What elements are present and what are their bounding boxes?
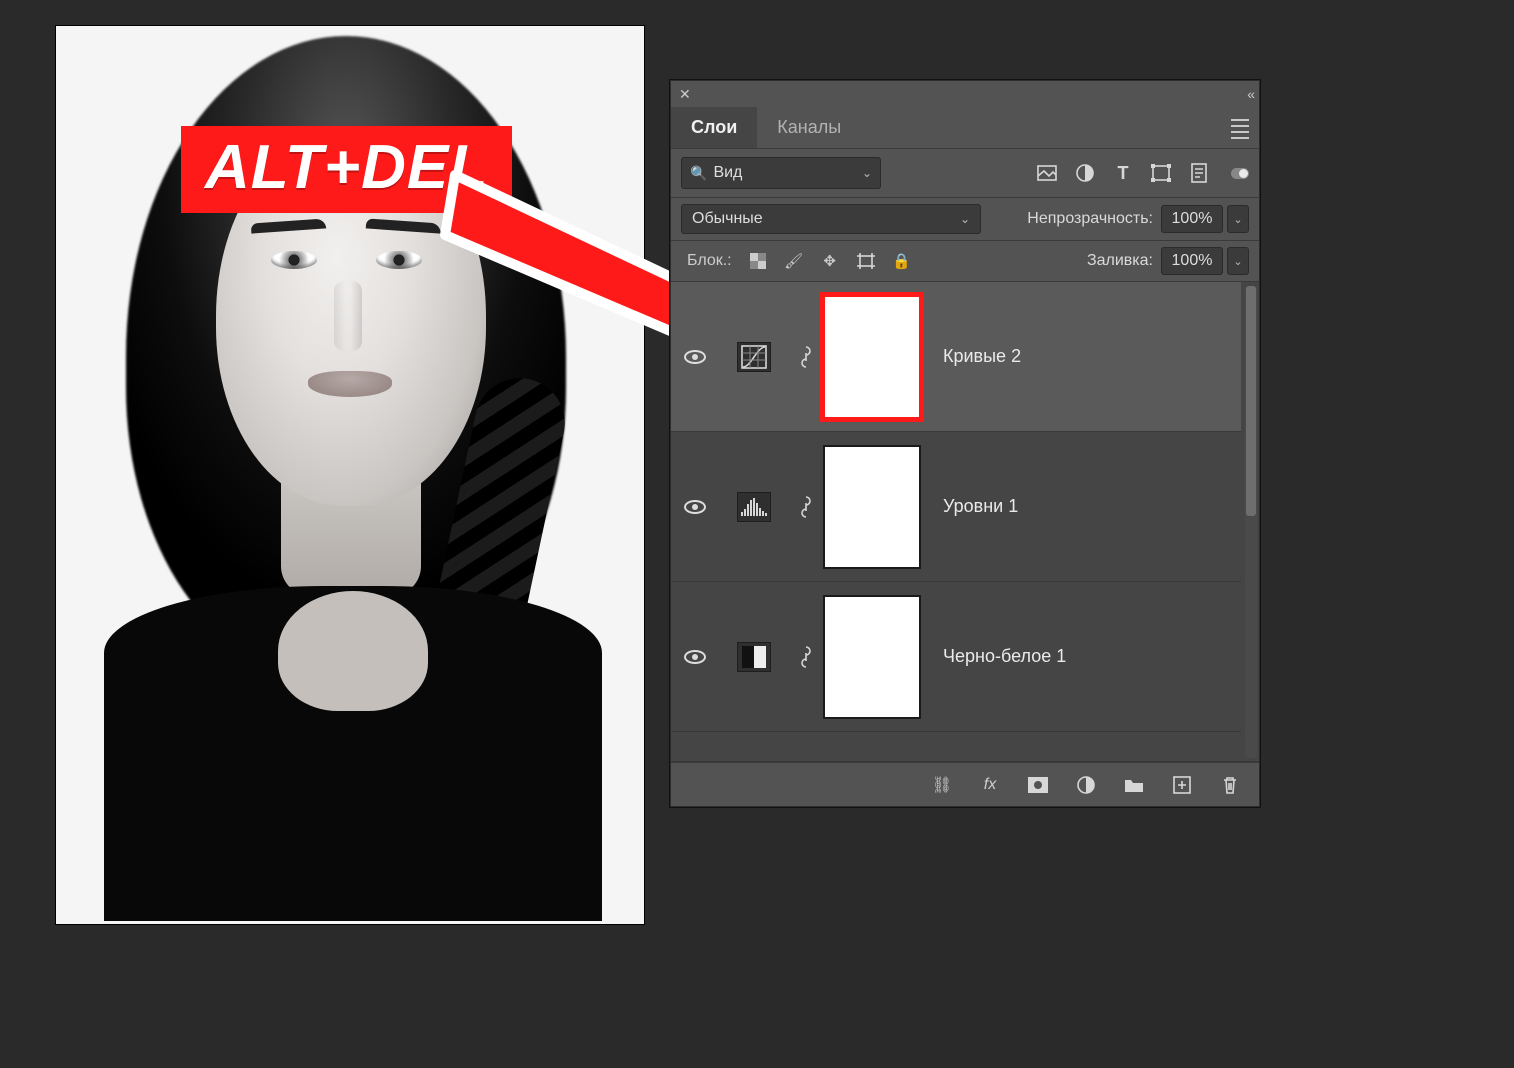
layer-mask-thumb[interactable] [823,445,921,569]
eye-icon [684,650,706,664]
filter-toggle[interactable] [1231,168,1249,179]
close-icon[interactable]: ✕ [679,86,691,103]
filter-type-select[interactable]: 🔍 Вид ⌄ [681,157,881,189]
filter-smart-icon[interactable] [1189,163,1209,183]
panel-tabs: Слои Каналы [671,107,1259,149]
filter-type-label: Вид [713,164,742,182]
new-group-icon[interactable] [1123,774,1145,796]
eye-icon [684,500,706,514]
filter-icons: T [1037,163,1209,183]
layer-mask-thumb[interactable] [823,595,921,719]
layers-scrollbar[interactable] [1245,286,1257,758]
layers-panel: ✕ « Слои Каналы 🔍 Вид ⌄ T Обычные ⌄ Непр… [670,80,1260,807]
adjustment-thumb[interactable] [719,342,789,372]
layer-name[interactable]: Черно-белое 1 [943,646,1066,667]
lock-label: Блок.: [687,252,732,270]
adjustment-thumb[interactable] [719,642,789,672]
mask-link-icon[interactable] [789,645,823,669]
lock-artboard-icon[interactable] [856,251,876,271]
filter-shape-icon[interactable] [1151,163,1171,183]
new-adjustment-icon[interactable] [1075,774,1097,796]
opacity-input[interactable]: 100% [1161,205,1223,233]
fill-input[interactable]: 100% [1161,247,1223,275]
opacity-label: Непрозрачность: [1027,210,1153,228]
chevron-down-icon: ⌄ [862,166,872,180]
visibility-toggle[interactable] [671,500,719,514]
panel-footer: ⛓ fx [671,762,1259,806]
lock-all-icon[interactable]: 🔒 [892,251,912,271]
blend-bar: Обычные ⌄ Непрозрачность: 100% ⌄ [671,198,1259,241]
layer-name[interactable]: Уровни 1 [943,496,1018,517]
lock-transparent-icon[interactable] [748,251,768,271]
filter-type-icon[interactable]: T [1113,163,1133,183]
blend-mode-value: Обычные [692,210,763,228]
layer-filter-bar: 🔍 Вид ⌄ T [671,149,1259,198]
lock-bar: Блок.: 🖌 ✥ 🔒 Заливка: 100% ⌄ [671,241,1259,282]
layer-row[interactable]: Черно-белое 1 [671,582,1241,732]
tab-channels[interactable]: Каналы [757,107,861,148]
layers-spacer [671,732,1259,762]
filter-adjust-icon[interactable] [1075,163,1095,183]
layer-fx-icon[interactable]: fx [979,774,1001,796]
layer-row[interactable]: Кривые 2 [671,282,1241,432]
new-layer-icon[interactable] [1171,774,1193,796]
panel-titlebar: ✕ « [671,81,1259,107]
layers-list: Кривые 2 Уровни 1 Черно-белое 1 [671,282,1259,762]
fill-stepper[interactable]: ⌄ [1227,247,1249,275]
lock-pixels-icon[interactable]: 🖌 [784,251,804,271]
delete-layer-icon[interactable] [1219,774,1241,796]
layer-name[interactable]: Кривые 2 [943,346,1021,367]
opacity-stepper[interactable]: ⌄ [1227,205,1249,233]
visibility-toggle[interactable] [671,350,719,364]
shortcut-badge: ALT+DEL [181,126,512,213]
add-mask-icon[interactable] [1027,774,1049,796]
mask-link-icon[interactable] [789,345,823,369]
mask-link-icon[interactable] [789,495,823,519]
visibility-toggle[interactable] [671,650,719,664]
lock-position-icon[interactable]: ✥ [820,251,840,271]
fill-label: Заливка: [1087,252,1153,270]
layer-mask-thumb[interactable] [823,295,921,419]
adjustment-thumb[interactable] [719,492,789,522]
search-icon: 🔍 [690,165,707,182]
blend-mode-select[interactable]: Обычные ⌄ [681,204,981,234]
eye-icon [684,350,706,364]
filter-pixel-icon[interactable] [1037,163,1057,183]
chevron-down-icon: ⌄ [960,212,970,226]
document-canvas[interactable]: ALT+DEL [55,25,645,925]
layer-row[interactable]: Уровни 1 [671,432,1241,582]
tab-layers[interactable]: Слои [671,107,757,148]
link-layers-icon[interactable]: ⛓ [931,774,953,796]
collapse-icon[interactable]: « [1247,86,1251,102]
panel-menu-icon[interactable] [1231,119,1249,139]
